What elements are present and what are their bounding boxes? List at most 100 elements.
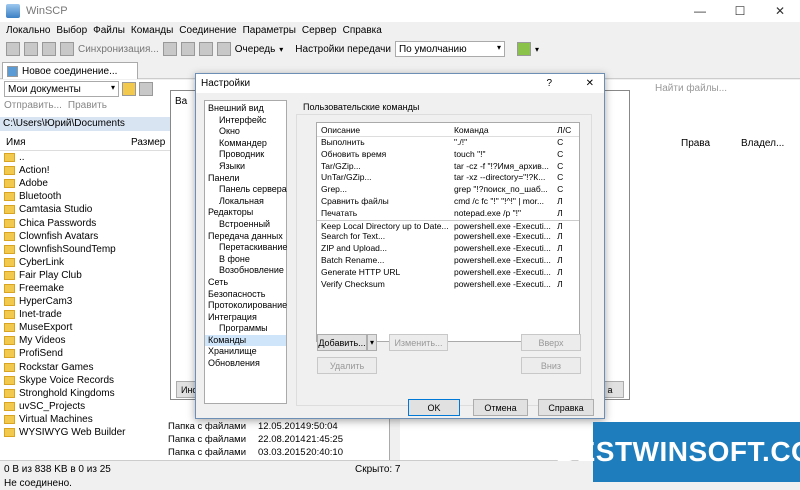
table-row[interactable]: Verify Checksum powershell.exe -Executi..… xyxy=(317,279,579,291)
local-location-select[interactable]: Мои документы ▾ xyxy=(4,81,119,97)
table-row[interactable]: Папка с файлами 12.05.2014 9:50:04 xyxy=(168,421,348,434)
list-item[interactable]: ProfiSend xyxy=(0,347,165,360)
list-item[interactable]: HyperCam3 xyxy=(0,295,165,308)
list-item[interactable]: ClownfishSoundTemp xyxy=(0,243,165,256)
tree-item[interactable]: Окно xyxy=(205,126,286,138)
column-ls[interactable]: Л/С xyxy=(555,123,579,136)
menu-help[interactable]: Справка xyxy=(343,25,382,36)
transfer-preset-select[interactable]: По умолчанию ▾ xyxy=(394,41,505,57)
list-item[interactable]: MuseExport xyxy=(0,321,165,334)
table-row[interactable]: Сравнить файлы cmd /c fc "!" "!^!" | mor.… xyxy=(317,196,579,208)
tree-item[interactable]: Передача данных xyxy=(205,231,286,243)
sync-icon[interactable] xyxy=(60,42,74,56)
help-button[interactable]: Справка xyxy=(538,399,594,416)
tree-item[interactable]: Программы xyxy=(205,323,286,335)
list-item[interactable]: Clownfish Avatars xyxy=(0,230,165,243)
list-item[interactable]: WYSIWYG Web Builder xyxy=(0,426,165,439)
table-row[interactable]: Папка с файлами 03.03.2015 20:40:10 xyxy=(168,447,348,460)
column-description[interactable]: Описание xyxy=(317,123,451,136)
table-row[interactable]: Keep Local Directory up to Date... powers… xyxy=(317,219,579,232)
move-down-button[interactable]: Вниз xyxy=(521,357,581,374)
list-item[interactable]: My Videos xyxy=(0,334,165,347)
column-owner[interactable]: Владел... xyxy=(741,138,784,149)
globe-icon[interactable] xyxy=(516,42,531,56)
tree-item[interactable]: Команды xyxy=(205,334,286,347)
new-folder-icon[interactable] xyxy=(6,42,20,56)
menu-commands[interactable]: Команды xyxy=(131,25,173,36)
column-name[interactable]: Имя xyxy=(6,135,25,151)
tree-item[interactable]: Возобновление xyxy=(205,265,286,277)
table-row[interactable]: Печатать notepad.exe /p "!" Л xyxy=(317,208,579,220)
menu-files[interactable]: Файлы xyxy=(93,25,125,36)
table-row[interactable]: Обновить время touch "!" С xyxy=(317,149,579,161)
tree-item[interactable]: Хранилище xyxy=(205,346,286,358)
chevron-down-icon[interactable]: ▾ xyxy=(279,45,283,54)
list-item[interactable]: Fair Play Club xyxy=(0,269,165,282)
tree-item[interactable]: Локальная xyxy=(205,196,286,208)
list-item[interactable]: Chica Passwords xyxy=(0,216,165,229)
table-row[interactable]: Search for Text... powershell.exe -Execut… xyxy=(317,231,579,243)
filter-icon[interactable] xyxy=(139,82,153,96)
delete-command-button[interactable]: Удалить xyxy=(317,357,377,374)
chevron-down-icon[interactable]: ▾ xyxy=(535,45,539,54)
tree-item[interactable]: Интерфейс xyxy=(205,115,286,127)
list-item[interactable]: Action! xyxy=(0,164,165,177)
help-icon[interactable]: ? xyxy=(546,74,552,93)
list-item[interactable]: Stronghold Kingdoms xyxy=(0,387,165,400)
close-button[interactable]: ✕ xyxy=(760,0,800,22)
list-item[interactable]: Bluetooth xyxy=(0,190,165,203)
tree-item[interactable]: Коммандер xyxy=(205,138,286,150)
terminal-icon[interactable] xyxy=(180,42,195,56)
tree-item[interactable]: Проводник xyxy=(205,149,286,161)
list-item[interactable]: uvSC_Projects xyxy=(0,400,165,413)
maximize-button[interactable]: ☐ xyxy=(720,0,760,22)
edit-button[interactable]: Править xyxy=(68,100,107,111)
move-up-button[interactable]: Вверх xyxy=(521,334,581,351)
close-icon[interactable]: ✕ xyxy=(586,74,594,93)
table-row[interactable]: Tar/GZip... tar -cz -f "!?Имя_архив... С xyxy=(317,161,579,173)
tree-item[interactable]: Внешний вид xyxy=(205,103,286,115)
list-item[interactable]: Skype Voice Records xyxy=(0,374,165,387)
menu-options[interactable]: Параметры xyxy=(243,25,296,36)
table-row[interactable]: Batch Rename... powershell.exe -Executi..… xyxy=(317,255,579,267)
cancel-button[interactable]: Отмена xyxy=(473,399,528,416)
tree-item[interactable]: Сеть xyxy=(205,277,286,289)
minimize-button[interactable]: — xyxy=(680,0,720,22)
column-command[interactable]: Команда xyxy=(451,123,555,136)
list-item[interactable]: Camtasia Studio xyxy=(0,203,165,216)
queue-icon[interactable] xyxy=(216,42,231,56)
upload-button[interactable]: Отправить... xyxy=(4,100,62,111)
tree-item[interactable]: Безопасность xyxy=(205,289,286,301)
tree-item[interactable]: В фоне xyxy=(205,254,286,266)
table-row[interactable]: Grep... grep "!?поиск_по_шаб... С xyxy=(317,184,579,196)
column-size[interactable]: Размер xyxy=(131,135,165,151)
find-files-button[interactable]: Найти файлы... xyxy=(655,83,727,94)
tree-item[interactable]: Языки xyxy=(205,161,286,173)
console-icon[interactable] xyxy=(162,42,177,56)
compare-icon[interactable] xyxy=(42,42,56,56)
tree-item[interactable]: Протоколирование xyxy=(205,300,287,312)
menu-mark[interactable]: Выбор xyxy=(56,25,87,36)
queue-button[interactable]: Очередь xyxy=(235,44,276,55)
list-item[interactable]: CyberLink xyxy=(0,256,165,269)
edit-command-button[interactable]: Изменить... xyxy=(389,334,448,351)
tree-item[interactable]: Редакторы xyxy=(205,207,286,219)
table-row[interactable]: Generate HTTP URL powershell.exe -Executi… xyxy=(317,267,579,279)
gear-icon[interactable] xyxy=(198,42,213,56)
add-command-button[interactable]: Добавить... xyxy=(317,334,367,351)
tree-item[interactable]: Обновления xyxy=(205,358,286,370)
new-connection-tab[interactable]: Новое соединение... xyxy=(2,62,138,79)
table-row[interactable]: Выполнить "./!" С xyxy=(317,137,579,149)
list-item[interactable]: Virtual Machines xyxy=(0,413,165,426)
menu-session[interactable]: Соединение xyxy=(179,25,236,36)
list-item[interactable]: Freemake xyxy=(0,282,165,295)
tree-item[interactable]: Встроенный xyxy=(205,219,286,231)
tree-item[interactable]: Панель сервера xyxy=(205,184,287,196)
add-dropdown-button[interactable]: ▾ xyxy=(367,334,377,351)
copy-icon[interactable] xyxy=(24,42,38,56)
table-row[interactable]: ZIP and Upload... powershell.exe -Executi… xyxy=(317,243,579,255)
ok-button[interactable]: OK xyxy=(408,399,460,416)
folder-open-icon[interactable] xyxy=(122,82,136,96)
list-item[interactable]: Inet-trade xyxy=(0,308,165,321)
table-row[interactable]: Папка с файлами 22.08.2014 21:45:25 xyxy=(168,434,348,447)
